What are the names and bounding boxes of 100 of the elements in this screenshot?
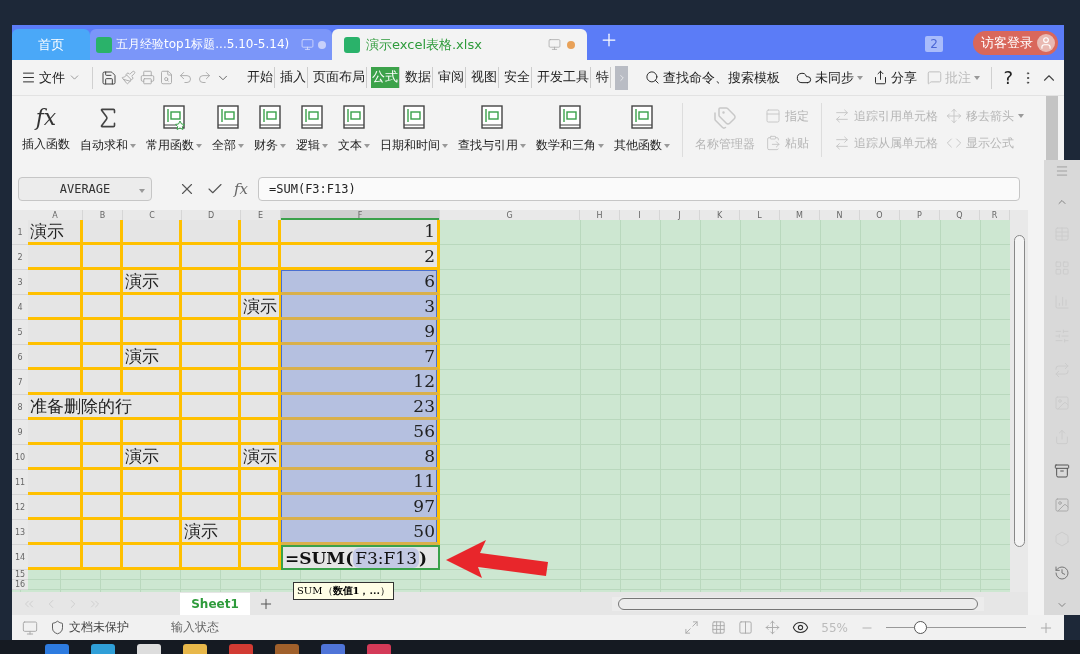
menu-tab[interactable]: 数据	[404, 67, 433, 88]
column-header[interactable]: D	[182, 210, 241, 220]
sheet-tab[interactable]: Sheet1	[180, 592, 250, 615]
row-header[interactable]: 9	[12, 420, 28, 445]
row-header[interactable]: 2	[12, 245, 28, 270]
history-icon[interactable]	[1054, 565, 1070, 582]
login-button[interactable]: 访客登录	[973, 31, 1058, 55]
row-header[interactable]: 13	[12, 520, 28, 545]
print-icon[interactable]	[140, 70, 155, 85]
column-header[interactable]: E	[241, 210, 281, 220]
taskbar-icon[interactable]	[367, 644, 391, 654]
ribbon-button[interactable]: 逻辑	[292, 105, 332, 154]
freeze-icon[interactable]	[765, 620, 781, 635]
print-preview-icon[interactable]	[159, 70, 174, 85]
menu-tab[interactable]: 公式	[371, 67, 400, 88]
row-header[interactable]: 1	[12, 220, 28, 245]
taskbar-icon[interactable]	[45, 644, 69, 654]
cell-editor[interactable]: =SUM(F3:F13)	[281, 545, 440, 570]
column-header[interactable]: B	[83, 210, 123, 220]
search-command[interactable]: 查找命令、搜索模板	[642, 66, 783, 89]
column-header[interactable]: Q	[940, 210, 980, 220]
undo-icon[interactable]	[178, 70, 193, 85]
help-button[interactable]: ?	[1000, 65, 1016, 90]
row-header[interactable]: 7	[12, 370, 28, 395]
ribbon-button[interactable]: 日期和时间	[376, 105, 452, 154]
name-box[interactable]: AVERAGE	[18, 177, 152, 201]
shield-icon	[50, 620, 65, 635]
column-header[interactable]: G	[440, 210, 580, 220]
ribbon-button[interactable]: 文本	[334, 105, 374, 154]
row-header[interactable]: 4	[12, 295, 28, 320]
monitor-icon[interactable]	[22, 619, 38, 636]
menu-icon[interactable]	[1055, 164, 1069, 178]
taskbar-icon[interactable]	[91, 644, 115, 654]
ribbon-button[interactable]: 其他函数	[610, 105, 674, 154]
row-header[interactable]: 12	[12, 495, 28, 520]
ribbon-button[interactable]: 财务	[250, 105, 290, 154]
vertical-scrollbar[interactable]	[1010, 210, 1028, 592]
column-header[interactable]: C	[123, 210, 182, 220]
insert-function-button[interactable]: fx	[234, 180, 248, 198]
menu-tab[interactable]: 插入	[279, 67, 308, 88]
taskbar-icon[interactable]	[275, 644, 299, 654]
menu-tab[interactable]: 视图	[470, 67, 499, 88]
document-tab[interactable]: 五月经验top1标题...5.10-5.14)	[90, 29, 332, 60]
sync-button[interactable]: 未同步	[793, 66, 867, 89]
column-header[interactable]: K	[700, 210, 740, 220]
menu-tab[interactable]: 开始	[246, 67, 275, 88]
fullscreen-icon[interactable]	[684, 620, 700, 635]
column-header[interactable]: P	[900, 210, 940, 220]
menu-tab[interactable]: 安全	[503, 67, 532, 88]
column-header[interactable]: L	[740, 210, 780, 220]
row-header[interactable]: 3	[12, 270, 28, 295]
column-header[interactable]: R	[980, 210, 1010, 220]
ribbon-button[interactable]: 数学和三角	[532, 105, 608, 154]
column-header[interactable]: I	[620, 210, 660, 220]
row-header[interactable]: 10	[12, 445, 28, 470]
row-header[interactable]: 16	[12, 580, 28, 590]
taskbar-icon[interactable]	[183, 644, 207, 654]
column-header[interactable]: A	[28, 210, 83, 220]
document-tab[interactable]: 演示excel表格.xlsx	[332, 29, 587, 60]
column-header[interactable]: M	[780, 210, 820, 220]
more-tabs-button[interactable]	[615, 65, 628, 90]
menu-tab[interactable]: 开发工具	[536, 67, 591, 88]
ribbon-button[interactable]: 全部	[208, 105, 248, 154]
redo-icon[interactable]	[197, 70, 212, 85]
archive-icon[interactable]	[1054, 463, 1070, 480]
column-header[interactable]: H	[580, 210, 620, 220]
ribbon-button[interactable]: 常用函数	[142, 105, 206, 154]
taskbar-icon[interactable]	[321, 644, 345, 654]
menu-tab[interactable]: 特	[595, 67, 611, 88]
split-icon[interactable]	[738, 620, 754, 635]
horizontal-scrollbar[interactable]	[612, 596, 984, 611]
menu-tab[interactable]: 审阅	[437, 67, 466, 88]
row-header[interactable]: 14	[12, 545, 28, 570]
column-header[interactable]: O	[860, 210, 900, 220]
save-icon[interactable]	[101, 69, 117, 86]
row-header[interactable]: 6	[12, 345, 28, 370]
file-menu[interactable]: 文件	[18, 66, 84, 89]
ribbon-button[interactable]: 自动求和	[76, 105, 140, 154]
column-header[interactable]: J	[660, 210, 700, 220]
eye-icon[interactable]	[792, 619, 810, 636]
ribbon-button[interactable]: fx 插入函数	[18, 106, 74, 153]
slider-thumb[interactable]	[913, 621, 927, 634]
share-button[interactable]: 分享	[870, 66, 921, 89]
formula-field[interactable]: =SUM(F3:F13)	[258, 177, 1020, 201]
ribbon-scroll-bar[interactable]	[1046, 96, 1058, 163]
image-icon[interactable]	[1054, 497, 1070, 514]
row-header[interactable]: 15	[12, 570, 28, 580]
row-header[interactable]: 8	[12, 395, 28, 420]
taskbar-icon[interactable]	[229, 644, 253, 654]
taskbar-icon[interactable]	[137, 644, 161, 654]
row-header[interactable]: 5	[12, 320, 28, 345]
column-header[interactable]: N	[820, 210, 860, 220]
window-count-badge[interactable]: 2	[925, 36, 943, 52]
column-header[interactable]: F	[281, 210, 440, 220]
format-painter-icon[interactable]	[121, 70, 136, 85]
grid-icon[interactable]	[711, 620, 727, 635]
menu-tab[interactable]: 页面布局	[312, 67, 367, 88]
row-header[interactable]: 11	[12, 470, 28, 495]
ribbon-button[interactable]: 查找与引用	[454, 105, 530, 154]
protection-status[interactable]: 文档未保护	[50, 619, 129, 636]
